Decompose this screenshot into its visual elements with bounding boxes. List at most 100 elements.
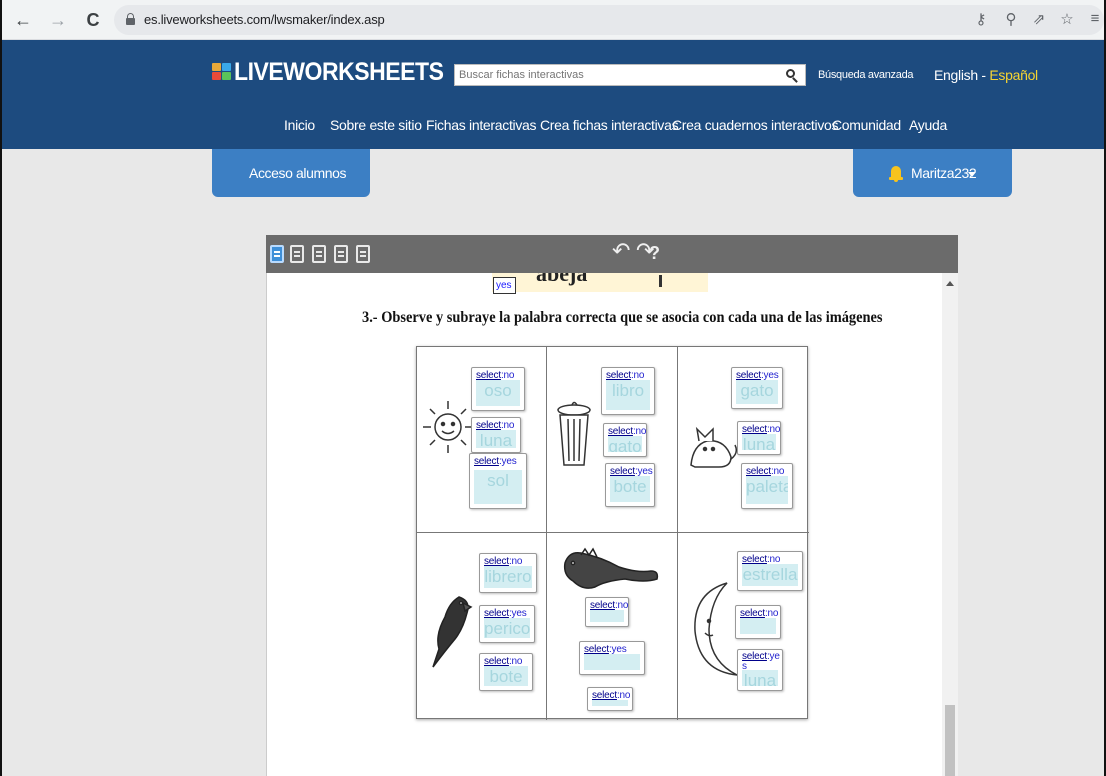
student-access-button[interactable]: Acceso alumnos <box>212 149 370 197</box>
answer-word: estrella <box>742 564 798 586</box>
reading-list-icon[interactable]: ≡ <box>1086 10 1104 27</box>
key-icon[interactable]: ⚷ <box>972 10 990 28</box>
site-header: LIVEWORKSHEETS Búsqueda avanzada English… <box>2 40 1104 149</box>
select-tag[interactable]: select:no <box>606 370 644 381</box>
search-field[interactable] <box>454 64 806 86</box>
answer-word: bote <box>610 476 650 502</box>
answer-word <box>740 618 776 634</box>
select-tag[interactable]: select:yes <box>610 466 653 477</box>
word-select-box[interactable]: select:no <box>735 605 781 639</box>
lock-icon <box>126 13 135 25</box>
select-tag[interactable]: select:no <box>746 466 784 477</box>
lang-english-link[interactable]: English <box>934 67 978 83</box>
select-tag[interactable]: select:no <box>592 690 630 701</box>
nav-sobre-este-sitio[interactable]: Sobre este sitio <box>330 117 422 133</box>
address-bar[interactable]: es.liveworksheets.com/lwsmaker/index.asp… <box>114 5 1104 35</box>
student-access-label: Acceso alumnos <box>249 165 347 181</box>
answer-word: luna <box>476 430 516 448</box>
answer-word: gato <box>608 436 642 452</box>
search-input[interactable] <box>459 67 759 83</box>
share-icon[interactable]: ⇗ <box>1030 10 1048 28</box>
word-select-box[interactable]: oso select:no <box>471 367 525 411</box>
advanced-search-link[interactable]: Búsqueda avanzada <box>818 69 914 81</box>
word-select-box[interactable]: gato select:no <box>603 423 647 457</box>
edit-tool-icon[interactable] <box>270 245 284 263</box>
select-tag[interactable]: select:no <box>740 608 778 619</box>
nav-comunidad[interactable]: Comunidad <box>832 117 901 133</box>
trash-can-icon <box>557 401 591 466</box>
answer-word: oso <box>476 380 520 406</box>
user-menu-button[interactable]: Maritza232 <box>853 149 1012 197</box>
select-tag[interactable]: select:yes <box>584 644 627 655</box>
cat-icon <box>690 426 738 468</box>
select-tag[interactable]: select:no <box>608 426 646 437</box>
word-select-box[interactable]: select:no <box>587 687 633 711</box>
word-select-box[interactable]: bote select:yes <box>605 463 655 507</box>
word-select-box[interactable]: luna select:ye s <box>737 649 783 691</box>
nav-fichas-interactivas[interactable]: Fichas interactivas <box>426 117 537 133</box>
select-tag[interactable]: select:no <box>484 556 522 567</box>
nav-crea-cuadernos[interactable]: Crea cuadernos interactivos <box>672 117 839 133</box>
word-select-box[interactable]: bote select:no <box>479 653 533 691</box>
select-tag[interactable]: select:ye s <box>742 652 782 672</box>
chevron-down-icon <box>968 172 976 177</box>
sun-icon <box>423 401 473 453</box>
upload-tool-icon[interactable] <box>356 245 370 263</box>
search-icon[interactable] <box>785 67 799 83</box>
select-tag[interactable]: select:yes <box>736 370 779 381</box>
select-tag[interactable]: select:no <box>742 424 780 435</box>
scroll-up-arrow-icon[interactable] <box>946 281 954 286</box>
scrollbar-thumb[interactable] <box>945 705 955 776</box>
page-content: Acceso alumnos Maritza232 ? ↶ ↷ abeja ye… <box>2 149 1104 776</box>
word-select-box[interactable]: luna select:no <box>737 421 781 455</box>
word-select-box[interactable]: paleta select:no <box>741 463 793 509</box>
select-tag[interactable]: select:no <box>590 600 628 611</box>
check-tool-icon[interactable] <box>312 245 326 263</box>
answers-tool-icon[interactable] <box>334 245 348 263</box>
select-tag[interactable]: select:no <box>742 554 780 565</box>
word-select-box[interactable]: sol select:yes <box>469 453 527 509</box>
word-select-box[interactable]: estrella select:no <box>737 551 803 591</box>
question-text: 3.- Observe y subraye la palabra correct… <box>362 309 883 326</box>
answer-word: sol <box>474 470 522 504</box>
select-tag[interactable]: select:no <box>476 420 514 431</box>
reload-icon[interactable]: C <box>82 9 104 31</box>
answer-word <box>584 654 640 670</box>
url-text[interactable]: es.liveworksheets.com/lwsmaker/index.asp <box>144 12 385 27</box>
browser-toolbar: ← → C es.liveworksheets.com/lwsmaker/ind… <box>2 0 1104 40</box>
worksheet-canvas[interactable]: abeja yes 3.- Observe y subraye la palab… <box>266 273 958 776</box>
previous-select-box[interactable]: yes <box>493 277 516 294</box>
nav-inicio[interactable]: Inicio <box>284 117 315 133</box>
word-select-box[interactable]: perico select:yes <box>479 605 535 643</box>
answer-word: gato <box>736 380 778 404</box>
select-tag[interactable]: select:yes <box>474 456 517 467</box>
word-select-box[interactable]: librero select:no <box>479 553 537 593</box>
select-tag[interactable]: select:no <box>476 370 514 381</box>
nav-crea-fichas[interactable]: Crea fichas interactivas <box>540 117 679 133</box>
nav-ayuda[interactable]: Ayuda <box>909 117 947 133</box>
preview-tool-icon[interactable] <box>290 245 304 263</box>
word-select-box[interactable]: luna select:no <box>471 417 521 453</box>
select-tag[interactable]: select:no <box>484 656 522 667</box>
username: Maritza232 <box>911 165 977 181</box>
bell-icon[interactable] <box>889 166 903 182</box>
logo-text: LIVEWORKSHEETS <box>234 58 444 86</box>
forward-icon[interactable]: → <box>47 9 69 31</box>
previous-exercise-strip <box>492 273 708 292</box>
word-select-box[interactable]: select:yes <box>579 641 645 675</box>
lang-spanish-link[interactable]: Español <box>989 67 1038 83</box>
word-select-box[interactable]: select:no <box>585 597 629 627</box>
word-select-box[interactable]: gato select:yes <box>731 367 783 409</box>
previous-select-value: yes <box>496 280 512 291</box>
select-tag[interactable]: select:yes <box>484 608 527 619</box>
answer-word <box>590 610 624 622</box>
answer-word: luna <box>742 670 778 686</box>
language-switch: English - Español <box>934 67 1038 83</box>
zoom-icon[interactable]: ⚲ <box>1002 10 1020 28</box>
undo-icon[interactable]: ↶ <box>612 238 630 264</box>
redo-icon[interactable]: ↷ <box>636 238 654 264</box>
back-icon[interactable]: ← <box>12 9 34 31</box>
word-select-box[interactable]: libro select:no <box>601 367 655 415</box>
worksheet-scrollbar[interactable] <box>942 273 958 776</box>
bookmark-star-icon[interactable]: ☆ <box>1058 10 1076 28</box>
